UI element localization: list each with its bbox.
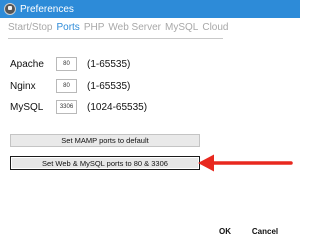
apache-port-input[interactable]: 80 — [56, 57, 77, 71]
mamp-app-icon — [4, 3, 16, 15]
mysql-port-label: MySQL — [10, 101, 44, 113]
apache-port-range: (1-65535) — [87, 58, 131, 70]
port-row-mysql: MySQL 3306 (1024-65535) — [10, 99, 147, 115]
port-row-apache: Apache 80 (1-65535) — [10, 56, 130, 72]
nginx-port-range: (1-65535) — [87, 80, 131, 92]
nginx-port-input[interactable]: 80 — [56, 79, 77, 93]
tab-mysql[interactable]: MySQL — [165, 22, 198, 38]
tab-divider — [8, 38, 223, 39]
set-web-mysql-ports-button[interactable]: Set Web & MySQL ports to 80 & 3306 — [10, 156, 200, 170]
nginx-port-label: Nginx — [10, 80, 36, 92]
tab-cloud[interactable]: Cloud — [202, 22, 228, 38]
window-title: Preferences — [20, 3, 74, 15]
mysql-port-input[interactable]: 3306 — [56, 100, 77, 114]
title-bar: Preferences — [0, 0, 300, 18]
tab-web-server[interactable]: Web Server — [108, 22, 161, 38]
tab-bar: Start/Stop Ports PHP Web Server MySQL Cl… — [8, 22, 232, 38]
mysql-port-range: (1024-65535) — [87, 101, 148, 113]
apache-port-label: Apache — [10, 58, 44, 70]
cancel-button[interactable]: Cancel — [245, 224, 285, 238]
tab-start-stop[interactable]: Start/Stop — [8, 22, 52, 38]
tab-ports[interactable]: Ports — [56, 22, 79, 38]
port-row-nginx: Nginx 80 (1-65535) — [10, 78, 130, 94]
red-arrow-icon — [198, 154, 293, 172]
ok-button[interactable]: OK — [210, 224, 240, 238]
set-default-ports-button[interactable]: Set MAMP ports to default — [10, 134, 200, 147]
tab-php[interactable]: PHP — [84, 22, 105, 38]
